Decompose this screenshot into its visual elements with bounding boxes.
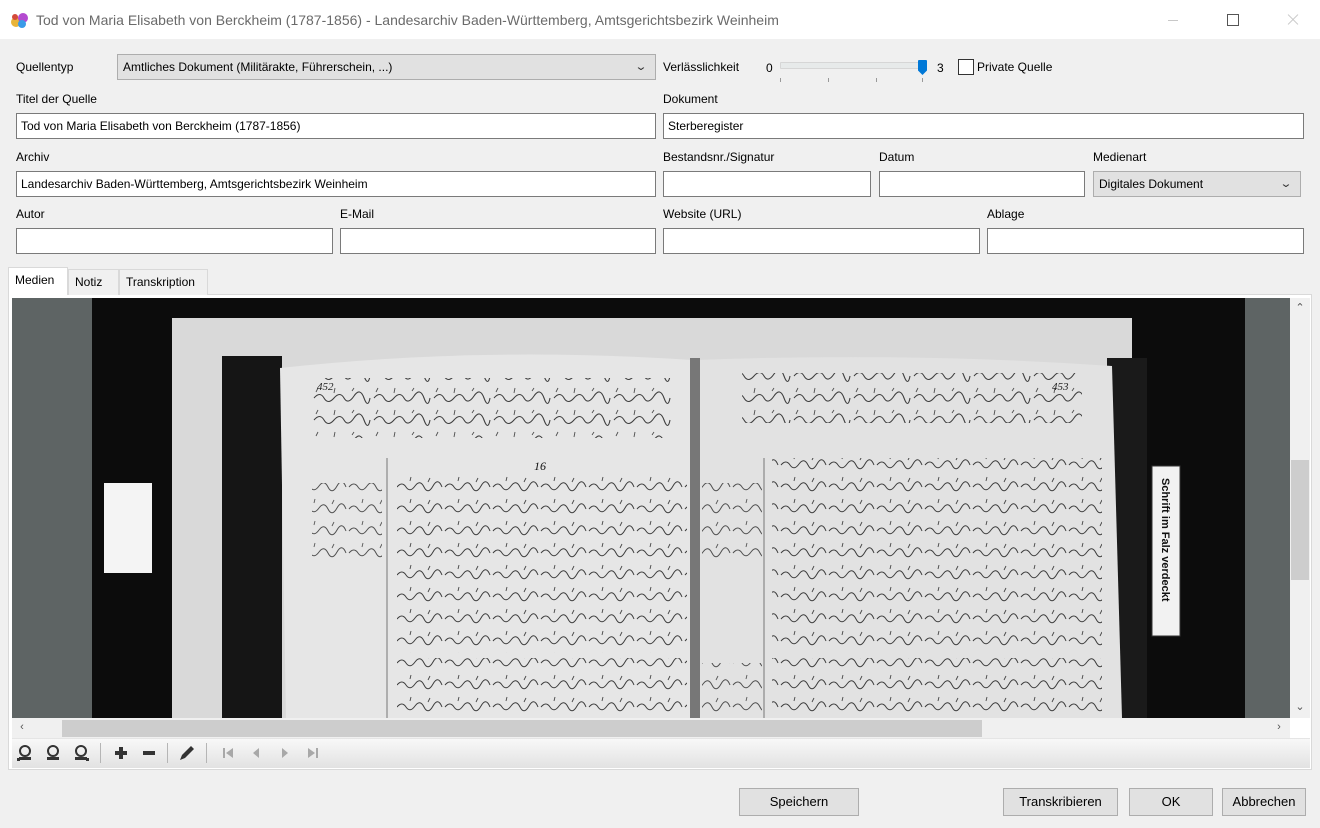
private-quelle-checkbox[interactable] xyxy=(958,59,974,75)
email-input[interactable] xyxy=(340,228,656,254)
quellentyp-value: Amtliches Dokument (Militärakte, Führers… xyxy=(123,60,393,74)
toolbar-separator xyxy=(206,743,207,763)
verlaesslichkeit-label: Verlässlichkeit xyxy=(663,60,740,74)
dokument-input[interactable] xyxy=(663,113,1304,139)
zoom-in-icon[interactable] xyxy=(43,743,63,763)
quellentyp-label: Quellentyp xyxy=(16,60,74,74)
zoom-fit-icon[interactable] xyxy=(15,743,35,763)
slider-tick xyxy=(828,78,829,82)
titel-label: Titel der Quelle xyxy=(16,92,97,106)
app-logo-icon xyxy=(11,13,28,28)
slider-tick xyxy=(876,78,877,82)
website-label: Website (URL) xyxy=(663,207,742,221)
transkribieren-button[interactable]: Transkribieren xyxy=(1003,788,1118,816)
bestandsnr-input[interactable] xyxy=(663,171,871,197)
ok-button[interactable]: OK xyxy=(1129,788,1213,816)
scroll-up-icon[interactable]: ⌃ xyxy=(1292,301,1308,314)
speichern-button[interactable]: Speichern xyxy=(739,788,859,816)
scroll-right-icon[interactable]: › xyxy=(1271,721,1287,733)
page-number-left: 452 xyxy=(317,381,334,393)
slider-tick xyxy=(922,78,923,82)
maximize-button[interactable] xyxy=(1210,0,1256,40)
horizontal-scrollbar-thumb[interactable] xyxy=(62,720,982,737)
email-label: E-Mail xyxy=(340,207,375,221)
ablage-label: Ablage xyxy=(987,207,1025,221)
vertical-scrollbar-thumb[interactable] xyxy=(1291,460,1309,580)
tab-medien[interactable]: Medien xyxy=(8,267,68,295)
zoom-out-icon[interactable] xyxy=(71,743,91,763)
bestandsnr-label: Bestandsnr./Signatur xyxy=(663,150,775,164)
minimize-button[interactable] xyxy=(1150,0,1196,40)
remove-icon[interactable] xyxy=(139,743,159,763)
scanned-register-image: 452 453 16 Schrift im Falz verdeckt xyxy=(12,298,1290,718)
datum-input[interactable] xyxy=(879,171,1085,197)
prev-page-icon[interactable] xyxy=(246,743,266,763)
entry-number: 16 xyxy=(534,459,546,473)
medienart-label: Medienart xyxy=(1093,150,1147,164)
edit-icon[interactable] xyxy=(177,743,197,763)
medienart-select[interactable]: Digitales Dokument ⌄ xyxy=(1093,171,1301,197)
medienart-value: Digitales Dokument xyxy=(1099,177,1204,191)
website-input[interactable] xyxy=(663,228,980,254)
verlaesslichkeit-slider[interactable] xyxy=(780,62,926,69)
slider-tick xyxy=(780,78,781,82)
chevron-down-icon: ⌄ xyxy=(634,61,648,73)
abbrechen-button[interactable]: Abbrechen xyxy=(1222,788,1306,816)
ablage-input[interactable] xyxy=(987,228,1304,254)
next-page-icon[interactable] xyxy=(275,743,295,763)
tab-notiz[interactable]: Notiz xyxy=(68,269,119,295)
chevron-down-icon: ⌄ xyxy=(1279,178,1293,190)
archiv-label: Archiv xyxy=(16,150,50,164)
autor-label: Autor xyxy=(16,207,45,221)
verlaesslichkeit-max: 3 xyxy=(937,61,944,75)
first-page-icon[interactable] xyxy=(218,743,238,763)
private-quelle-label: Private Quelle xyxy=(977,60,1053,74)
verlaesslichkeit-min: 0 xyxy=(766,61,773,75)
window-title: Tod von Maria Elisabeth von Berckheim (1… xyxy=(36,12,779,28)
add-icon[interactable] xyxy=(111,743,131,763)
title-bar: Tod von Maria Elisabeth von Berckheim (1… xyxy=(0,0,1320,40)
titel-input[interactable] xyxy=(16,113,656,139)
autor-input[interactable] xyxy=(16,228,333,254)
toolbar-separator xyxy=(100,743,101,763)
dokument-label: Dokument xyxy=(663,92,718,106)
page-number-right: 453 xyxy=(1052,381,1069,393)
scroll-down-icon[interactable]: ⌄ xyxy=(1292,700,1308,713)
last-page-icon[interactable] xyxy=(303,743,323,763)
datum-label: Datum xyxy=(879,150,915,164)
toolbar-separator xyxy=(167,743,168,763)
document-image-viewer[interactable]: 452 453 16 Schrift im Falz verdeckt xyxy=(12,298,1290,718)
quellentyp-select[interactable]: Amtliches Dokument (Militärakte, Führers… xyxy=(117,54,656,80)
close-button[interactable] xyxy=(1270,0,1316,40)
side-note-text: Schrift im Falz verdeckt xyxy=(1159,478,1171,602)
archiv-input[interactable] xyxy=(16,171,656,197)
scroll-left-icon[interactable]: ‹ xyxy=(14,721,30,733)
tab-transkription[interactable]: Transkription xyxy=(119,269,208,295)
verlaesslichkeit-slider-thumb[interactable] xyxy=(918,60,927,75)
